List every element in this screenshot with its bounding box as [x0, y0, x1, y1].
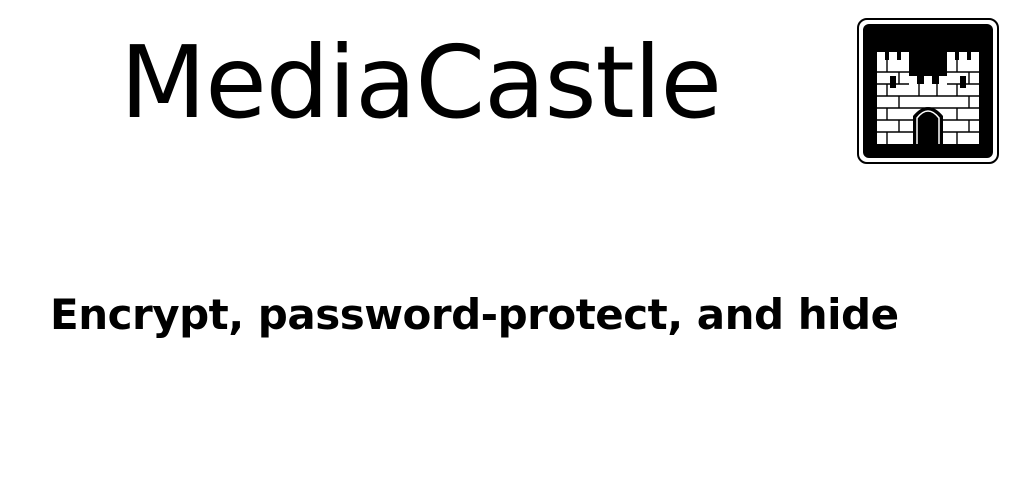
castle-icon — [863, 24, 993, 158]
tagline: Encrypt, password-protect, and hide — [50, 290, 899, 339]
app-title: MediaCastle — [120, 24, 722, 141]
app-logo — [857, 18, 999, 164]
